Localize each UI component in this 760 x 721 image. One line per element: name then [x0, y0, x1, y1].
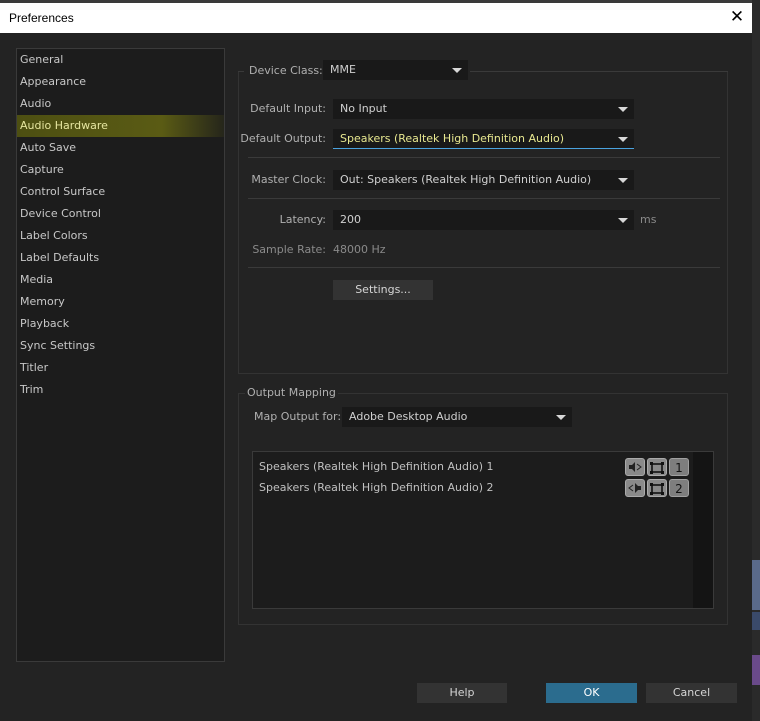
- channel-number-badge[interactable]: 2: [669, 479, 689, 497]
- surround-frame-icon[interactable]: [647, 458, 667, 476]
- list-item[interactable]: Speakers (Realtek High Definition Audio)…: [259, 460, 494, 473]
- master-clock-dropdown[interactable]: Out: Speakers (Realtek High Definition A…: [333, 170, 634, 190]
- section-divider: [248, 267, 720, 268]
- chevron-down-icon: [618, 178, 628, 183]
- help-button[interactable]: Help: [417, 683, 507, 703]
- section-divider: [248, 157, 720, 158]
- latency-value: 200: [340, 213, 361, 226]
- window-title: Preferences: [9, 11, 74, 25]
- chevron-down-icon: [556, 415, 566, 420]
- default-output-dropdown[interactable]: Speakers (Realtek High Definition Audio): [333, 129, 634, 149]
- section-divider: [248, 198, 720, 199]
- master-clock-value: Out: Speakers (Realtek High Definition A…: [340, 173, 592, 186]
- sidebar-item-control-surface[interactable]: Control Surface: [17, 181, 224, 203]
- sidebar-item-general[interactable]: General: [17, 49, 224, 71]
- group-border-top-right: [470, 71, 728, 72]
- background-chip: [752, 560, 760, 610]
- master-clock-label: Master Clock:: [251, 173, 326, 186]
- sidebar-item-titler[interactable]: Titler: [17, 357, 224, 379]
- sample-rate-label: Sample Rate:: [252, 243, 326, 256]
- map-output-label: Map Output for:: [254, 410, 342, 423]
- sidebar-item-media[interactable]: Media: [17, 269, 224, 291]
- list-item[interactable]: Speakers (Realtek High Definition Audio)…: [259, 481, 494, 494]
- sidebar-item-capture[interactable]: Capture: [17, 159, 224, 181]
- preferences-dialog: Preferences ✕ General Appearance Audio A…: [0, 3, 752, 721]
- default-input-value: No Input: [340, 102, 387, 115]
- sidebar-item-label-defaults[interactable]: Label Defaults: [17, 247, 224, 269]
- close-icon[interactable]: ✕: [722, 3, 752, 33]
- sample-rate-value: 48000 Hz: [333, 243, 386, 256]
- surround-frame-icon[interactable]: [647, 479, 667, 497]
- channel-label: Speakers (Realtek High Definition Audio)…: [259, 460, 494, 473]
- sidebar-item-device-control[interactable]: Device Control: [17, 203, 224, 225]
- speaker-left-icon[interactable]: [625, 458, 645, 476]
- sidebar-item-auto-save[interactable]: Auto Save: [17, 137, 224, 159]
- ok-button[interactable]: OK: [546, 683, 637, 703]
- cancel-button[interactable]: Cancel: [646, 683, 737, 703]
- speaker-right-icon[interactable]: [625, 479, 645, 497]
- latency-label: Latency:: [279, 213, 326, 226]
- default-output-value: Speakers (Realtek High Definition Audio): [340, 132, 565, 145]
- sidebar-item-audio[interactable]: Audio: [17, 93, 224, 115]
- default-output-label: Default Output:: [240, 132, 326, 145]
- latency-unit: ms: [640, 213, 657, 226]
- background-chip: [752, 655, 760, 685]
- sidebar-item-playback[interactable]: Playback: [17, 313, 224, 335]
- default-input-label: Default Input:: [250, 102, 326, 115]
- title-bar: Preferences ✕: [0, 3, 752, 33]
- sidebar-item-sync-settings[interactable]: Sync Settings: [17, 335, 224, 357]
- group-border-top-left: [238, 71, 244, 72]
- chevron-down-icon: [618, 218, 628, 223]
- list-scrollbar[interactable]: [693, 452, 713, 608]
- sidebar-item-trim[interactable]: Trim: [17, 379, 224, 401]
- chevron-down-icon: [618, 137, 628, 142]
- sidebar-item-appearance[interactable]: Appearance: [17, 71, 224, 93]
- background-chip: [752, 612, 760, 630]
- map-output-dropdown[interactable]: Adobe Desktop Audio: [342, 407, 572, 427]
- sidebar-item-label-colors[interactable]: Label Colors: [17, 225, 224, 247]
- sidebar-item-memory[interactable]: Memory: [17, 291, 224, 313]
- channel-number-badge[interactable]: 1: [669, 458, 689, 476]
- output-mapping-title: Output Mapping: [245, 386, 338, 399]
- preferences-sidebar: General Appearance Audio Audio Hardware …: [16, 48, 225, 662]
- map-output-value: Adobe Desktop Audio: [349, 410, 468, 423]
- latency-dropdown[interactable]: 200: [333, 210, 634, 230]
- default-input-dropdown[interactable]: No Input: [333, 99, 634, 119]
- chevron-down-icon: [618, 107, 628, 112]
- sidebar-item-audio-hardware[interactable]: Audio Hardware: [17, 115, 224, 137]
- channel-label: Speakers (Realtek High Definition Audio)…: [259, 481, 494, 494]
- settings-button[interactable]: Settings...: [333, 280, 433, 300]
- output-channel-list: Speakers (Realtek High Definition Audio)…: [252, 451, 714, 609]
